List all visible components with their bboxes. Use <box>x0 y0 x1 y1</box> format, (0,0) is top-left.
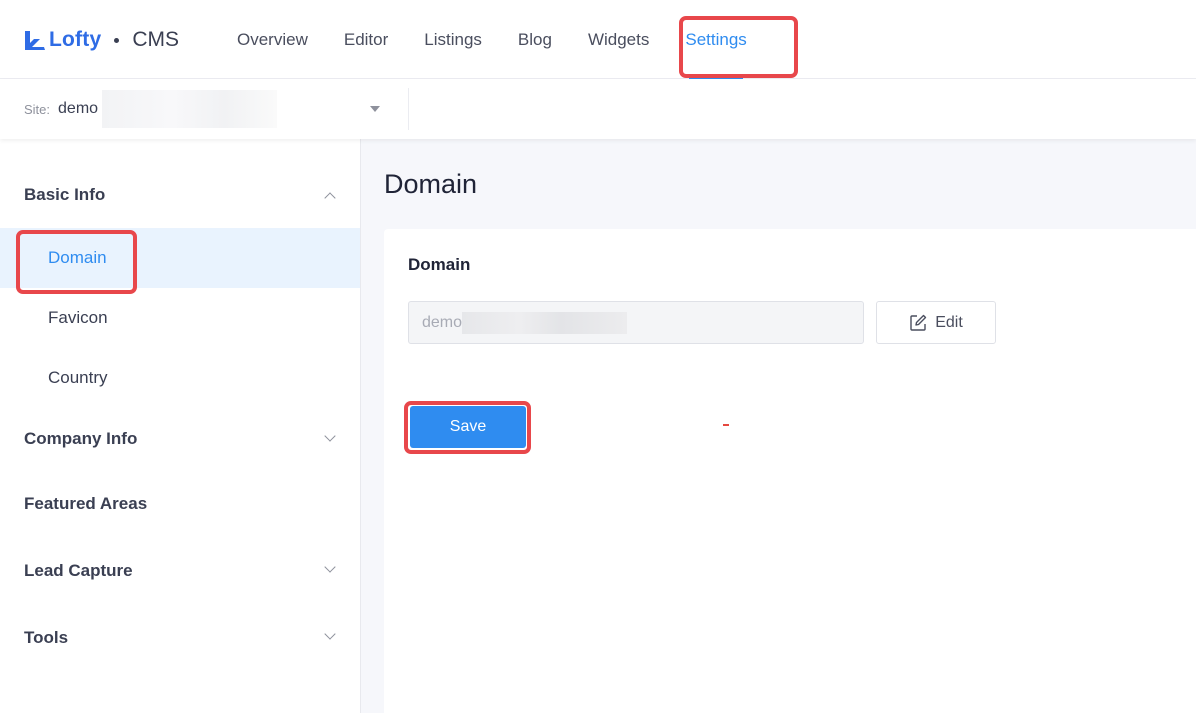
sidebar-group-label: Basic Info <box>24 184 106 204</box>
sidebar-group-label: Tools <box>24 627 69 647</box>
site-label: Site: <box>24 101 51 117</box>
sidebar-item-favicon[interactable]: Favicon <box>0 288 360 348</box>
nav-listings[interactable]: Listings <box>406 0 500 79</box>
sidebar-group-featured-areas[interactable]: Featured Areas <box>0 470 360 537</box>
site-bar: Site: demo <box>0 79 1196 139</box>
sidebar-item-country[interactable]: Country <box>0 348 360 408</box>
settings-sidebar: Basic Info Domain Favicon Country Compan… <box>0 139 361 713</box>
top-nav-bar: Lofty CMS Overview Editor Listings Blog … <box>0 0 1196 79</box>
annotation-mark <box>723 424 729 426</box>
sidebar-group-label: Lead Capture <box>24 560 133 580</box>
domain-field[interactable]: demo <box>408 301 864 344</box>
lofty-logo-icon <box>25 31 45 50</box>
brand-name: Lofty <box>49 28 102 51</box>
sidebar-group-label: Company Info <box>24 429 138 448</box>
sidebar-group-basic-info[interactable]: Basic Info <box>0 161 360 228</box>
edit-button[interactable]: Edit <box>876 301 996 344</box>
chevron-up-icon <box>324 192 336 204</box>
chevron-down-icon <box>324 561 336 573</box>
brand-separator <box>114 37 120 43</box>
sidebar-group-label: Featured Areas <box>24 493 148 513</box>
site-value-redacted <box>102 90 278 128</box>
edit-icon <box>910 314 927 331</box>
nav-blog[interactable]: Blog <box>500 0 570 79</box>
domain-value: demo <box>422 313 463 331</box>
brand-product: CMS <box>132 28 179 51</box>
nav-settings[interactable]: Settings <box>667 0 774 79</box>
domain-value-redacted <box>462 311 628 334</box>
chevron-down-icon <box>324 628 336 640</box>
sidebar-group-company-info[interactable]: Company Info <box>0 408 360 470</box>
sidebar-item-domain[interactable]: Domain <box>0 228 360 288</box>
site-bar-divider <box>408 88 409 130</box>
page-title: Domain <box>384 169 478 199</box>
nav-editor[interactable]: Editor <box>326 0 406 79</box>
caret-down-icon <box>370 106 380 112</box>
site-value: demo <box>58 100 99 117</box>
main-content: Domain Domain demo Edit Save <box>361 139 1196 713</box>
site-selector[interactable]: Site: demo <box>24 79 390 139</box>
card-title: Domain <box>408 255 471 274</box>
chevron-down-icon <box>324 430 336 442</box>
edit-button-label: Edit <box>935 313 963 331</box>
sidebar-group-tools[interactable]: Tools <box>0 604 360 671</box>
nav-overview[interactable]: Overview <box>219 0 326 79</box>
domain-card: Domain demo Edit Save <box>384 229 1196 713</box>
main-nav: Overview Editor Listings Blog Widgets Se… <box>219 0 775 79</box>
save-button[interactable]: Save <box>410 406 526 448</box>
sidebar-group-lead-capture[interactable]: Lead Capture <box>0 537 360 604</box>
nav-widgets[interactable]: Widgets <box>570 0 667 79</box>
brand-logo[interactable]: Lofty CMS <box>24 28 179 52</box>
